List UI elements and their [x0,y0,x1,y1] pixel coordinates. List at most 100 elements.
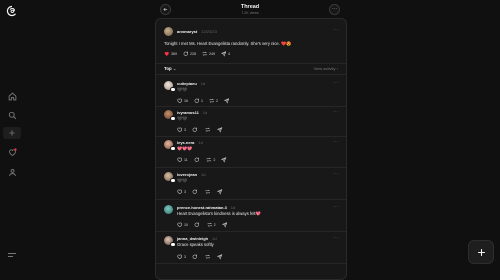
heart-icon [177,157,183,163]
reply-username[interactable]: cutiepiaeu [177,81,197,86]
like-button[interactable]: 3 [177,127,186,133]
share-button[interactable] [217,189,224,195]
more-icon: ··· [332,6,337,12]
like-button[interactable]: 3 [177,189,186,195]
reply-more-icon[interactable]: ··· [333,139,339,145]
more-button[interactable]: ··· [329,4,340,15]
view-activity-link[interactable]: View activity › [314,66,338,71]
post-actions: 369 228 249 4 [164,51,236,57]
create-icon[interactable] [3,127,21,139]
heart-icon [177,127,183,133]
profile-icon[interactable] [6,166,18,178]
reply-age: 1d [200,81,206,86]
reply-username[interactable]: leys.nera [177,140,194,145]
divider [156,167,346,168]
reply-more-icon[interactable]: ··· [333,80,339,86]
search-icon[interactable] [6,109,18,121]
repost-count: 2 [213,157,216,162]
post-author[interactable]: annmaryst 12/23/23 [177,29,217,34]
divider [156,199,346,200]
repost-button[interactable]: 2 [209,98,218,104]
thread-panel: annmaryst 12/23/23 ··· Tonight I met Ms. … [155,18,347,280]
reply-age: 1d [198,140,203,145]
reply-author[interactable]: prence.honest.rahmatan.3 1d [177,205,235,210]
repost-button[interactable] [205,189,212,195]
threads-logo-icon[interactable] [6,5,18,17]
reply-button[interactable]: 228 [183,51,196,57]
new-thread-button[interactable] [468,240,494,264]
reply-count: 1 [200,98,203,103]
reply-author[interactable]: loverojean 1d [177,172,205,177]
reply-more-icon[interactable]: ··· [333,235,339,241]
reply-author[interactable]: leys.nera 1d [177,140,203,145]
menu-icon[interactable] [7,251,17,259]
reply-button[interactable] [192,254,199,260]
reply-age: 1d [230,205,236,210]
repost-count: 2 [213,222,216,227]
like-button[interactable]: 10 [177,222,188,228]
share-button[interactable] [221,157,228,163]
post-more-icon[interactable]: ··· [333,27,339,33]
reply-actions: 3 [177,254,230,260]
reply-more-icon[interactable]: ··· [333,171,339,177]
reply-author[interactable]: janna_dwinleigh 1d [177,236,217,241]
repost-button[interactable]: 249 [202,51,215,57]
repost-icon [209,98,214,103]
repost-icon [202,51,207,56]
like-count: 16 [183,98,188,103]
like-button[interactable]: 16 [177,98,188,104]
share-button[interactable] [221,222,229,228]
home-icon[interactable] [6,90,18,102]
like-button[interactable]: 3 [177,254,186,260]
share-count: 4 [227,51,230,56]
divider [156,74,346,75]
avatar[interactable] [164,27,173,36]
repost-button[interactable] [205,254,212,260]
reply-username[interactable]: ivyramos11 [177,110,199,115]
reply-button[interactable] [194,222,201,228]
repost-button[interactable]: 2 [206,157,215,163]
view-activity-label: View activity [313,66,336,71]
share-icon [217,254,223,260]
reply-author[interactable]: ivyramos11 1d [177,110,207,115]
reply-button[interactable] [194,157,201,163]
share-button[interactable] [217,127,224,133]
page-title: Thread [240,4,260,10]
reply-text: 🖤🖤 [177,87,188,92]
like-button[interactable]: 369 [164,51,177,57]
share-icon [217,127,223,133]
share-button[interactable] [223,98,231,104]
reply-text: 🖤🖤 [177,178,188,183]
comment-icon [194,157,199,162]
reply-more-icon[interactable]: ··· [333,204,339,210]
reply-more-icon[interactable]: ··· [333,109,339,115]
share-button[interactable]: 4 [220,51,230,57]
repost-icon [205,127,210,132]
avatar[interactable] [164,205,173,214]
reply-button[interactable]: 1 [194,98,203,104]
share-button[interactable] [217,254,224,260]
divider [156,63,346,64]
comment-icon [192,189,198,194]
repost-button[interactable]: 2 [207,222,216,228]
heart-icon[interactable] [6,146,18,158]
sort-label: Top [164,66,172,71]
reply-username[interactable]: janna_dwinleigh [177,236,208,241]
post-username[interactable]: annmaryst [177,29,197,34]
reply-actions: 3 [177,127,230,133]
chevron-down-icon: ⌄ [172,66,177,71]
reply-author[interactable]: cutiepiaeu 1d [177,81,205,86]
reply-button[interactable] [192,127,199,133]
reply-actions: 11 2 [177,157,234,163]
reply-username[interactable]: prence.honest.rahmatan.3 [177,205,227,210]
heart-icon [177,254,183,260]
badge-icon [170,241,176,248]
like-button[interactable]: 11 [177,157,188,163]
share-icon [221,222,227,228]
reply-username[interactable]: loverojean [177,172,197,177]
sort-dropdown[interactable]: Top ⌄ [164,66,176,71]
heart-icon [177,222,183,228]
share-icon [217,189,223,195]
repost-button[interactable] [205,127,212,133]
reply-button[interactable] [192,189,199,195]
